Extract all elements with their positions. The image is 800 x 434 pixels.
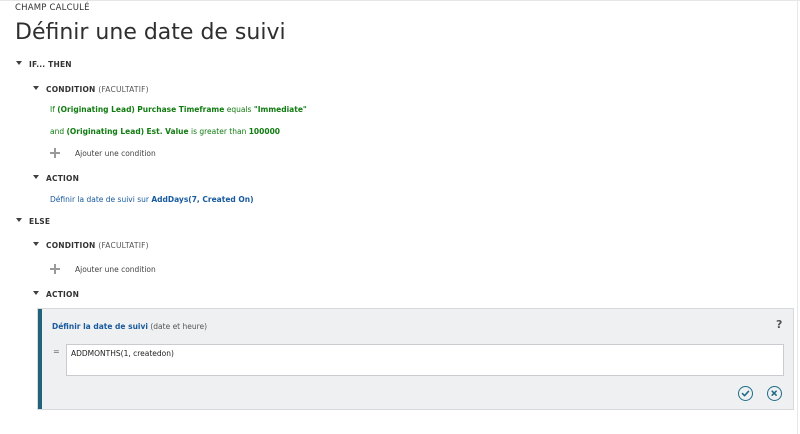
condition-operator: is greater than xyxy=(188,127,249,136)
condition-optional: (FACULTATIF) xyxy=(98,241,149,250)
confirm-button[interactable] xyxy=(738,386,753,401)
condition-field: Purchase Timeframe xyxy=(137,105,225,114)
condition-optional: (FACULTATIF) xyxy=(98,85,149,94)
collapse-if-then-icon[interactable] xyxy=(16,61,22,65)
else-section-label[interactable]: ELSE xyxy=(29,217,50,226)
else-condition-section-label[interactable]: CONDITION (FACULTATIF) xyxy=(46,241,149,250)
add-else-condition-link[interactable]: Ajouter une condition xyxy=(75,265,156,274)
condition-field: Est. Value xyxy=(146,127,189,136)
right-border xyxy=(797,0,798,434)
top-border xyxy=(0,0,800,1)
equals-sign: = xyxy=(53,347,60,356)
action-line[interactable]: Définir la date de suivi sur AddDays(7, … xyxy=(50,195,254,204)
condition-label: CONDITION xyxy=(46,85,96,94)
condition-entity: (Originating Lead) xyxy=(57,105,135,114)
if-then-section-label[interactable]: IF... THEN xyxy=(29,60,72,69)
checkmark-circle-icon xyxy=(741,390,750,397)
condition-value: 100000 xyxy=(248,127,281,136)
action-section-label[interactable]: ACTION xyxy=(46,174,79,183)
editor-title: Définir la date de suivi (date et heure) xyxy=(52,322,207,331)
condition-line-1[interactable]: If (Originating Lead) Purchase Timeframe… xyxy=(50,105,307,114)
formula-input[interactable] xyxy=(66,344,784,376)
editor-title-hint: (date et heure) xyxy=(150,322,208,331)
collapse-else-icon[interactable] xyxy=(16,218,22,222)
collapse-else-condition-icon[interactable] xyxy=(33,242,39,246)
condition-line-2[interactable]: and (Originating Lead) Est. Value is gre… xyxy=(50,127,280,136)
action-expression: AddDays(7, Created On) xyxy=(151,195,254,204)
cancel-button[interactable] xyxy=(767,386,782,401)
add-condition-icon[interactable] xyxy=(50,264,60,274)
collapse-action-icon[interactable] xyxy=(33,175,39,179)
action-editor-panel: Définir la date de suivi (date et heure)… xyxy=(37,308,794,410)
add-condition-icon[interactable] xyxy=(50,148,60,158)
condition-operator: equals xyxy=(224,105,254,114)
action-text: Définir la date de suivi sur xyxy=(50,195,152,204)
add-condition-link[interactable]: Ajouter une condition xyxy=(75,149,156,158)
collapse-else-action-icon[interactable] xyxy=(33,291,39,295)
editor-title-field: Définir la date de suivi xyxy=(52,322,148,331)
close-circle-icon xyxy=(771,390,777,396)
help-icon[interactable]: ? xyxy=(776,318,782,331)
condition-section-label[interactable]: CONDITION (FACULTATIF) xyxy=(46,85,149,94)
header-label: CHAMP CALCULÉ xyxy=(15,3,90,13)
page-title: Définir une date de suivi xyxy=(15,20,286,45)
condition-value: "Immediate" xyxy=(253,105,307,114)
condition-prefix: and xyxy=(50,127,67,136)
else-action-section-label[interactable]: ACTION xyxy=(46,290,79,299)
editor-accent-bar xyxy=(38,309,42,409)
collapse-condition-icon[interactable] xyxy=(33,86,39,90)
condition-label: CONDITION xyxy=(46,241,96,250)
condition-entity: (Originating Lead) xyxy=(66,127,145,136)
